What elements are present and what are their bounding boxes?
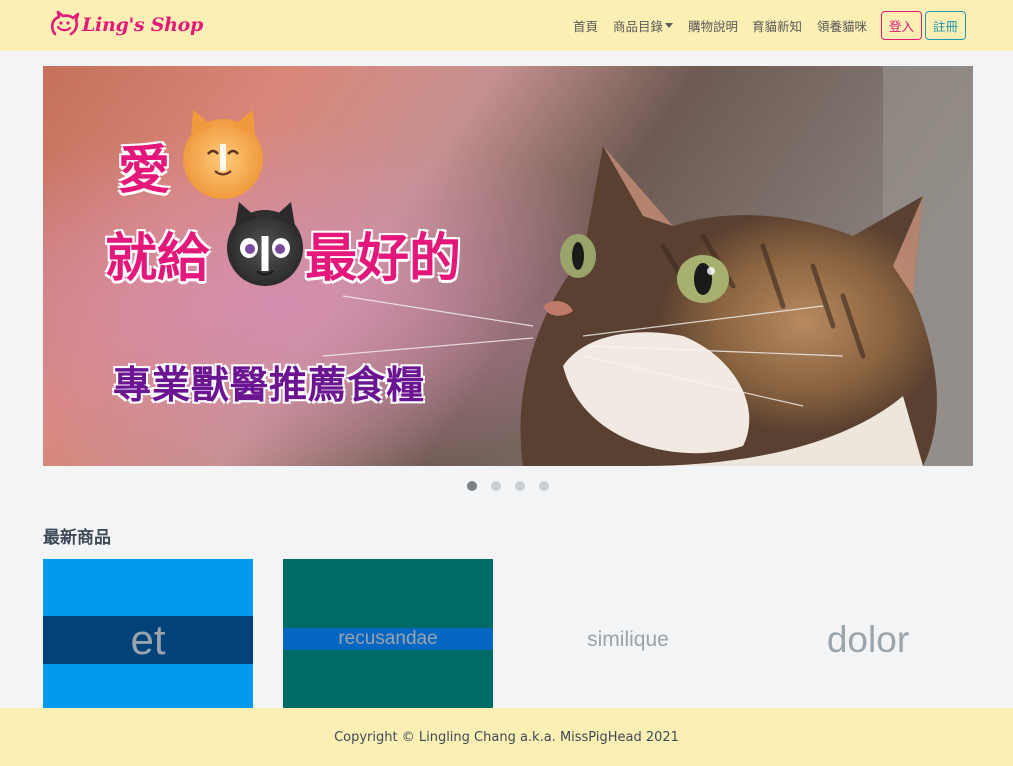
- nav-catalog-dropdown[interactable]: 商品目錄: [613, 16, 674, 35]
- product-card-label: similique: [587, 628, 669, 651]
- product-card-4[interactable]: dolor: [763, 559, 973, 708]
- product-card-label: recusandae: [283, 628, 493, 650]
- navbar: Ling's Shop 首頁 商品目錄 購物說明 育貓新知 領養貓咪 登入 註冊: [0, 0, 1013, 51]
- product-card-2[interactable]: recusandae: [283, 559, 493, 708]
- hero-headline-vet: 專業獸醫推薦食糧: [113, 363, 426, 407]
- footer-copyright: Copyright © Lingling Chang a.k.a. MissPi…: [334, 729, 679, 745]
- carousel-indicator-3[interactable]: [515, 481, 525, 491]
- latest-products-title: 最新商品: [43, 528, 111, 548]
- nav-home[interactable]: 首頁: [573, 16, 598, 35]
- carousel-indicator-4[interactable]: [539, 481, 549, 491]
- hero-headline-best: 最好的: [305, 229, 462, 289]
- hero-headline-love: 愛: [118, 141, 171, 201]
- product-card-3[interactable]: similique: [523, 559, 733, 708]
- product-card-label: et: [43, 616, 253, 664]
- login-button[interactable]: 登入: [881, 11, 922, 40]
- carousel-indicator-2[interactable]: [491, 481, 501, 491]
- hero-headline-give: 就給: [105, 229, 210, 289]
- product-card-1[interactable]: et: [43, 559, 253, 708]
- brand-logo[interactable]: Ling's Shop: [48, 8, 203, 42]
- nav-cat-care-news[interactable]: 育貓新知: [752, 16, 802, 35]
- nav-catalog-label: 商品目錄: [613, 19, 664, 34]
- register-button[interactable]: 註冊: [925, 11, 966, 40]
- hero-carousel[interactable]: 愛 就給 最好的 專業獸醫推薦食糧: [43, 66, 973, 466]
- cat-logo-icon: [50, 10, 80, 36]
- footer: Copyright © Lingling Chang a.k.a. MissPi…: [0, 708, 1013, 766]
- nav-shopping-guide[interactable]: 購物說明: [688, 16, 738, 35]
- nav-adopt-cat[interactable]: 領養貓咪: [817, 16, 867, 35]
- product-card-label: dolor: [826, 619, 910, 660]
- caret-down-icon: [665, 23, 674, 28]
- carousel-indicator-1[interactable]: [467, 481, 477, 491]
- carousel-indicators: [467, 481, 549, 491]
- brand-name: Ling's Shop: [82, 14, 203, 36]
